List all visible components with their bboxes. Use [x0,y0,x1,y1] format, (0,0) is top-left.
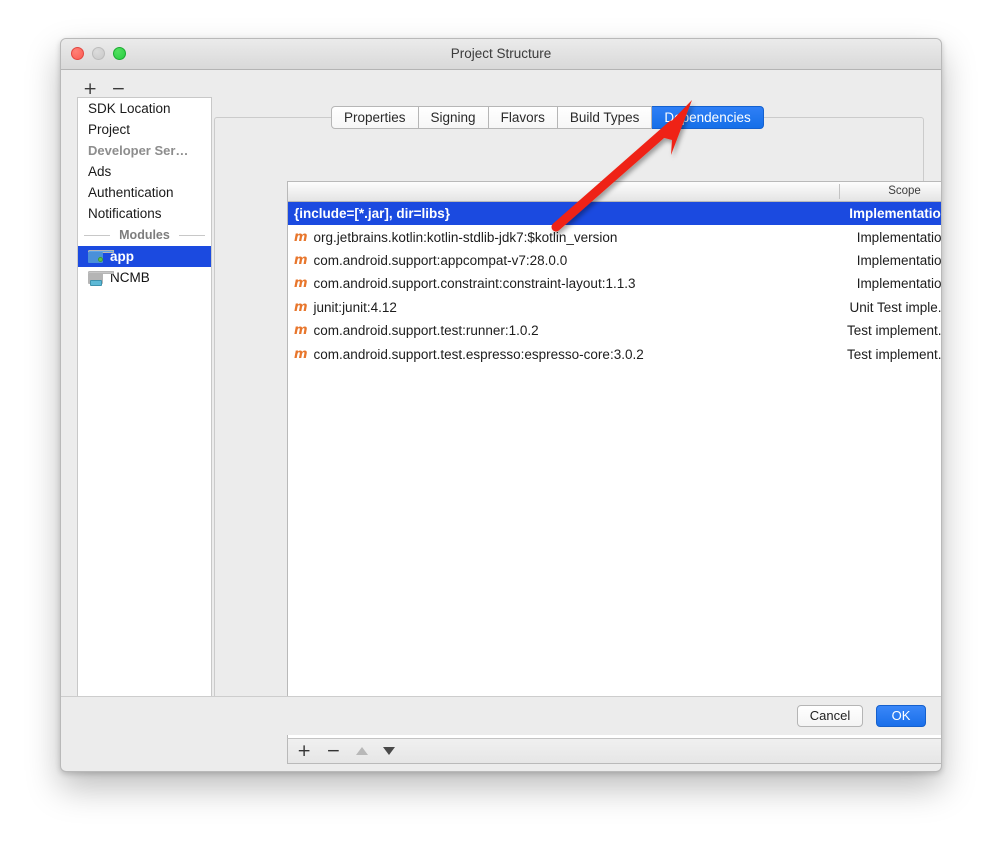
window-titlebar: Project Structure [61,39,941,70]
sidebar-item-ncmb-label: NCMB [110,270,150,285]
project-structure-dialog: Project Structure + − SDK Location Proje… [60,38,942,772]
window-title: Project Structure [450,46,552,61]
dependency-name-label: com.android.support.constraint:constrain… [313,276,636,292]
sidebar-modules-label: Modules [119,228,170,242]
tab-properties[interactable]: Properties [331,106,419,129]
scope-cell[interactable]: Test implement... [839,346,942,362]
maven-module-icon: m [294,299,308,315]
dependency-name-cell: {include=[*.jar], dir=libs} [294,206,450,221]
maven-module-icon: m [294,229,308,245]
dependency-name-cell: m junit:junit:4.12 [294,300,397,315]
maven-module-icon: m [294,252,308,268]
dependency-name-label: com.android.support.test.espresso:espres… [313,346,644,362]
sidebar-item-authentication[interactable]: Authentication [78,182,211,203]
folder-library-icon [88,271,114,286]
dialog-body: + − SDK Location Project Developer Ser… … [61,70,941,764]
sidebar-add-button[interactable]: + [83,80,97,98]
scope-label: Test implement... [846,323,942,339]
screenshot-root: Project Structure + − SDK Location Proje… [0,0,1000,851]
ok-button[interactable]: OK [876,705,926,727]
tab-bar: Properties Signing Flavors Build Types D… [331,106,764,129]
cancel-button[interactable]: Cancel [797,705,863,727]
scope-cell[interactable]: Implementation [839,229,942,245]
table-row[interactable]: m com.android.support.test.espresso:espr… [288,342,942,365]
scope-label: Implementation [856,276,942,292]
sidebar-item-notifications[interactable]: Notifications [78,203,211,224]
dependency-name-label: com.android.support.test:runner:1.0.2 [313,323,539,339]
tab-flavors[interactable]: Flavors [488,106,558,129]
dependency-name-cell: m org.jetbrains.kotlin:kotlin-stdlib-jdk… [294,230,617,245]
table-row[interactable]: m junit:junit:4.12 Unit Test imple... [288,296,942,319]
remove-dependency-button[interactable]: − [326,742,340,760]
scope-label: Unit Test imple... [849,299,942,315]
dependencies-table[interactable]: Scope {include=[*.jar], dir=libs} Implem… [287,181,942,741]
table-row[interactable]: {include=[*.jar], dir=libs} Implementati… [288,202,942,226]
folder-app-icon [88,250,114,263]
sidebar-item-app[interactable]: app [78,246,211,267]
move-down-icon[interactable] [382,747,395,755]
scope-label: Test implement... [846,346,942,362]
table-row[interactable]: m com.android.support:appcompat-v7:28.0.… [288,249,942,272]
dialog-footer: Cancel OK [61,696,941,735]
scope-cell[interactable]: Unit Test imple... [839,299,942,315]
maven-module-icon: m [294,276,308,292]
maven-module-icon: m [294,346,308,362]
dependency-name-cell: m com.android.support.test.espresso:espr… [294,347,644,362]
dependency-name-label: com.android.support:appcompat-v7:28.0.0 [313,252,568,268]
scope-label: Implementation [856,229,942,245]
tab-dependencies[interactable]: Dependencies [652,106,764,129]
add-dependency-button[interactable]: + [297,742,311,760]
sidebar-item-ads[interactable]: Ads [78,161,211,182]
tab-signing[interactable]: Signing [418,106,489,129]
table-header: Scope [288,182,941,202]
column-header-scope[interactable]: Scope [839,182,941,201]
table-row[interactable]: m org.jetbrains.kotlin:kotlin-stdlib-jdk… [288,225,942,248]
dependency-name-cell: m com.android.support.constraint:constra… [294,276,635,291]
move-up-icon[interactable] [355,747,368,755]
table-row[interactable]: m com.android.support.constraint:constra… [288,272,942,295]
dependency-name-cell: m com.android.support.test:runner:1.0.2 [294,323,539,338]
scope-cell[interactable]: Test implement... [839,323,942,339]
sidebar-item-developer-services[interactable]: Developer Ser… [78,140,211,161]
sidebar-item-ncmb[interactable]: NCMB [78,267,211,288]
scope-label: Implementation [856,252,942,268]
dependencies-toolbar: + − [287,738,941,764]
scope-label: Implementation [849,206,942,222]
sidebar-list[interactable]: SDK Location Project Developer Ser… Ads … [77,97,212,707]
maven-module-icon: m [294,323,308,339]
dependency-name-label: org.jetbrains.kotlin:kotlin-stdlib-jdk7:… [313,229,618,245]
dependency-name-label: junit:junit:4.12 [313,299,397,315]
table-row[interactable]: m com.android.support.test:runner:1.0.2 … [288,319,942,342]
sidebar-item-sdk-location[interactable]: SDK Location [78,98,211,119]
scope-cell[interactable]: Implementation [839,206,942,222]
scope-cell[interactable]: Implementation [839,276,942,292]
dependency-name-label: {include=[*.jar], dir=libs} [294,206,451,222]
sidebar-remove-button[interactable]: − [111,80,125,98]
sidebar-modules-separator: Modules [78,224,211,246]
dependency-name-cell: m com.android.support:appcompat-v7:28.0.… [294,253,567,268]
scope-cell[interactable]: Implementation [839,252,942,268]
separator-line-left [84,235,110,236]
sidebar-item-project[interactable]: Project [78,119,211,140]
tab-build-types[interactable]: Build Types [557,106,653,129]
separator-line-right [179,235,205,236]
